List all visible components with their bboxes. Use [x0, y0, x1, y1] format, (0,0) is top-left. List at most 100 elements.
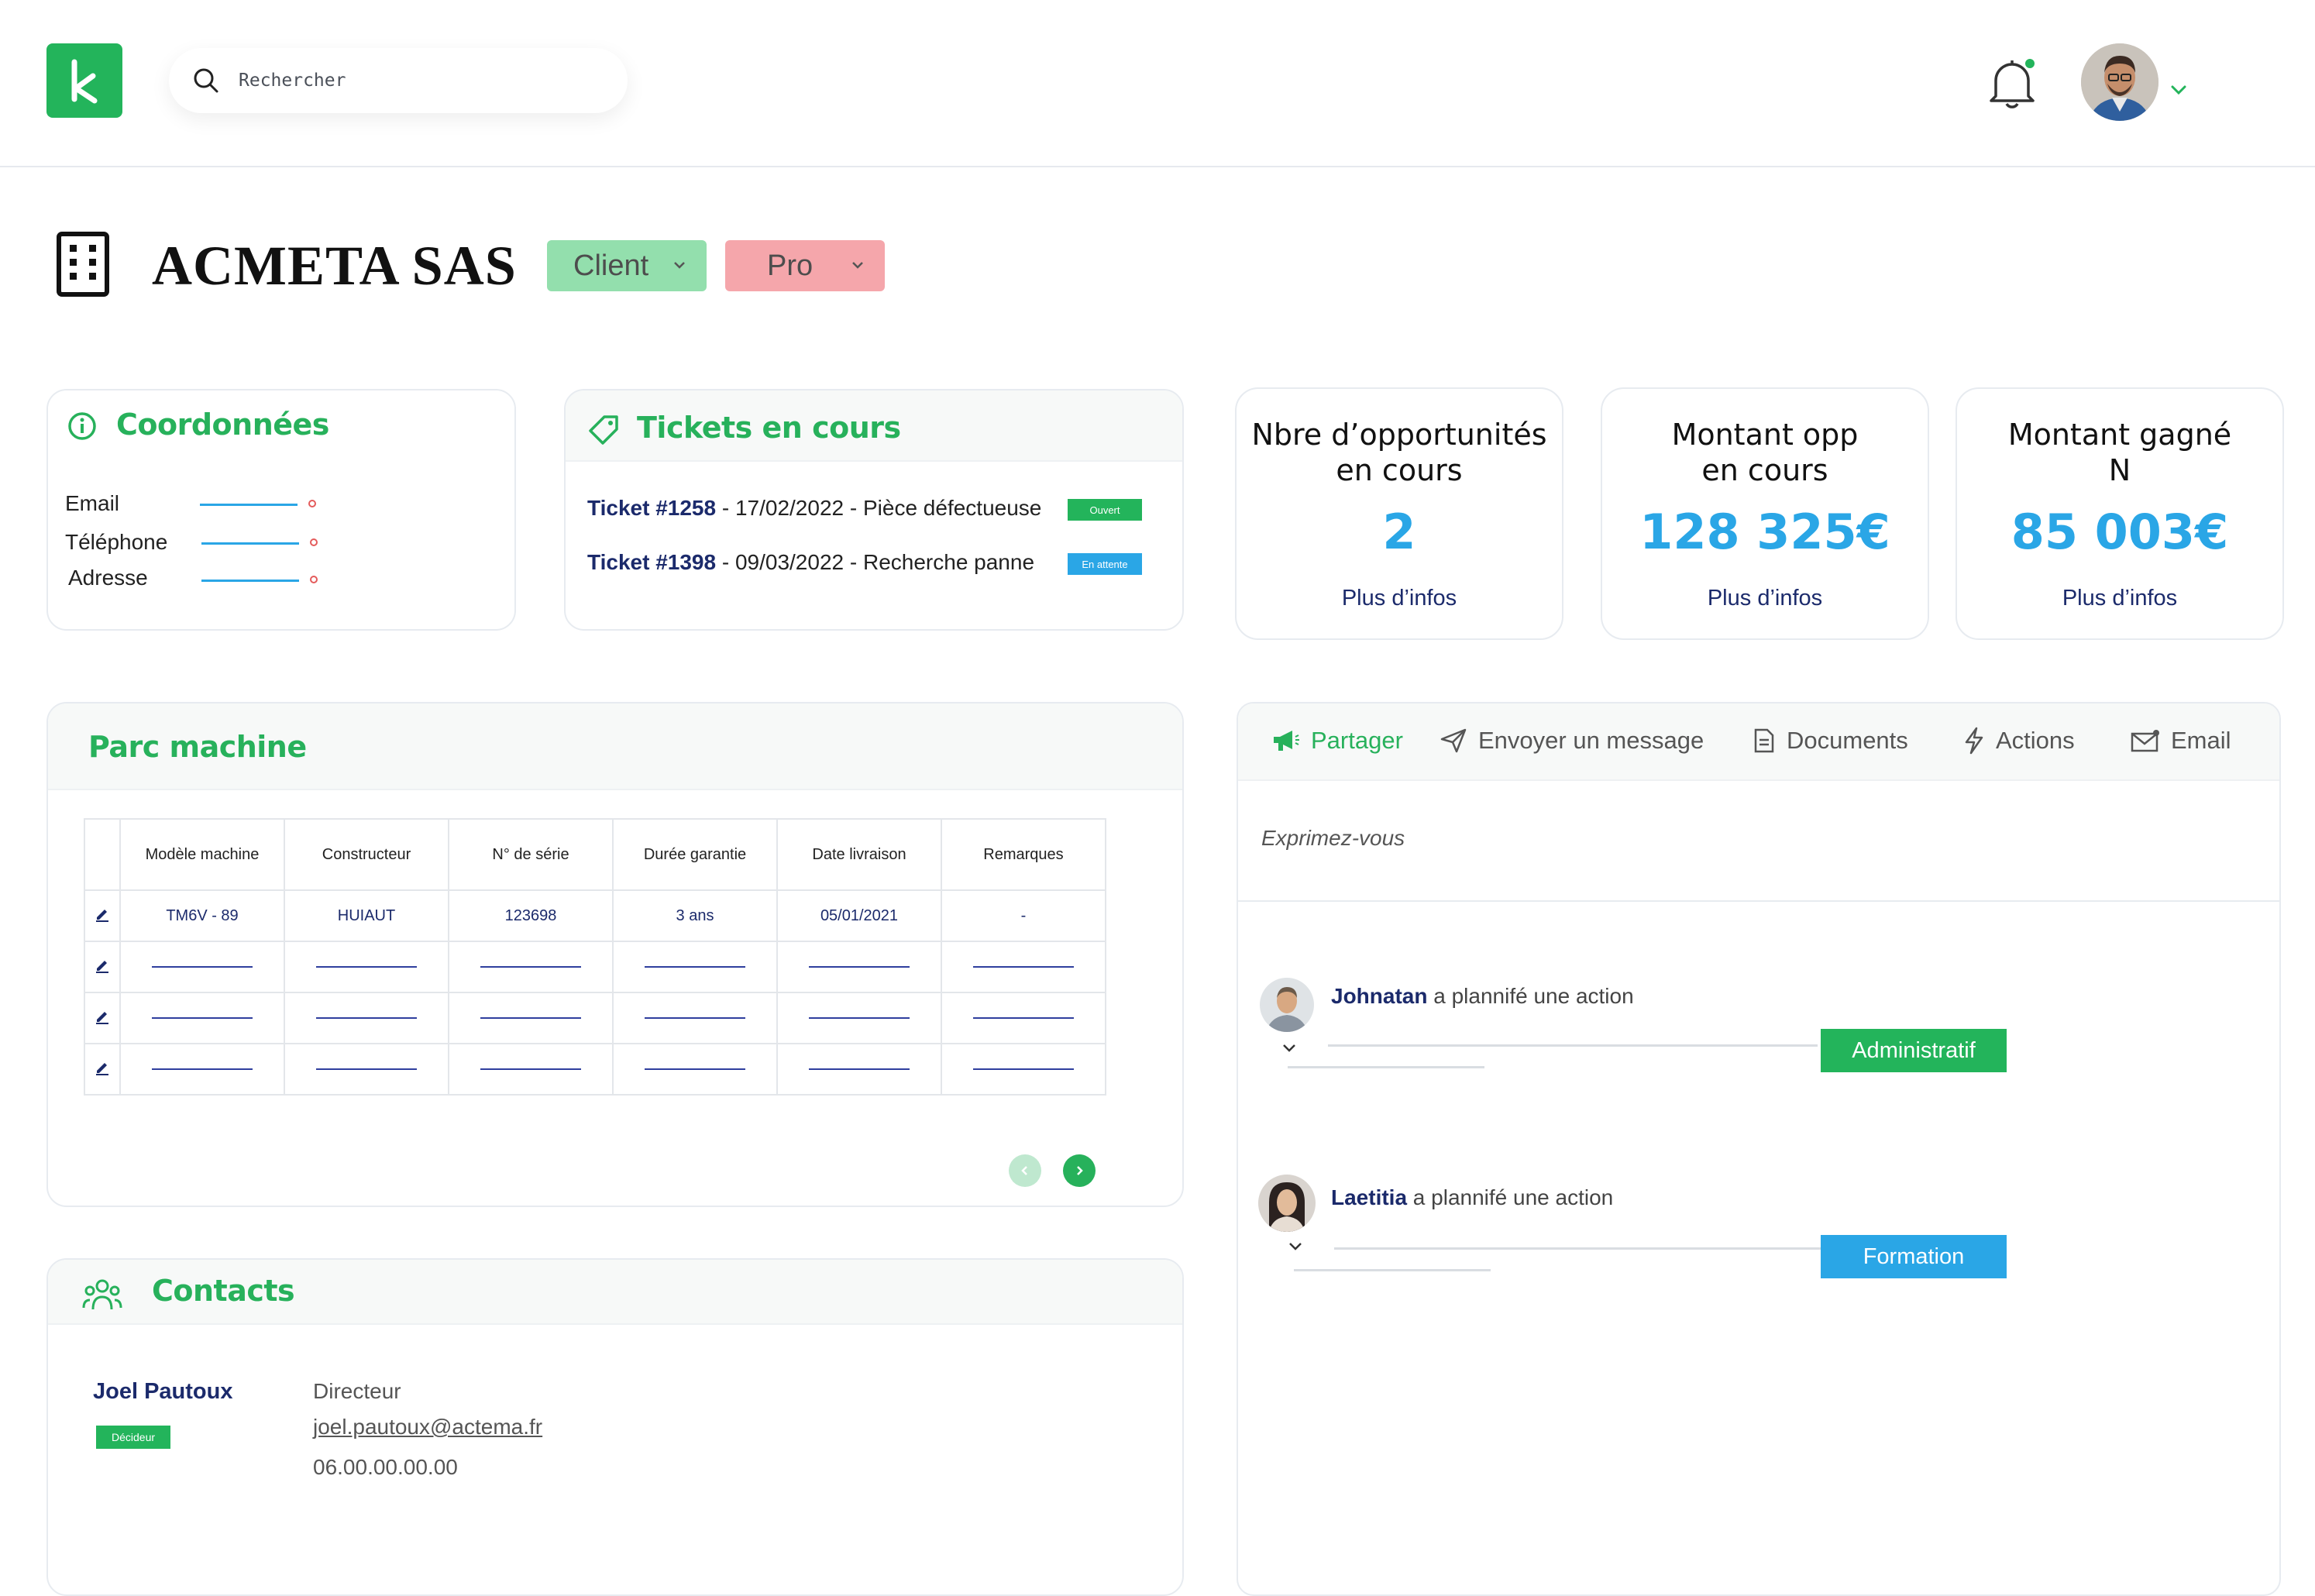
coordonnees-card: Coordonnées Email Téléphone Adresse	[46, 389, 516, 631]
telephone-value-line[interactable]	[201, 542, 299, 545]
users-group-icon	[82, 1279, 122, 1310]
edit-cell[interactable]	[84, 1043, 121, 1096]
notification-bell-icon[interactable]	[1985, 56, 2039, 112]
chevron-down-icon[interactable]	[1288, 1241, 1303, 1252]
tickets-title: Tickets en cours	[637, 411, 901, 445]
empty-cell[interactable]	[119, 992, 285, 1044]
remove-icon[interactable]	[310, 576, 318, 583]
stat-title-line: N	[2108, 453, 2131, 487]
empty-cell[interactable]	[612, 992, 778, 1044]
parc-title: Parc machine	[88, 730, 307, 764]
column-header: Constructeur	[284, 818, 449, 891]
empty-cell[interactable]	[941, 941, 1106, 993]
activity-user-link[interactable]: Johnatan	[1331, 984, 1427, 1008]
empty-cell[interactable]	[776, 941, 942, 993]
activity-user-link[interactable]: Laetitia	[1331, 1185, 1407, 1209]
company-name: ACMETA SAS	[152, 235, 517, 297]
avatar[interactable]	[1258, 1175, 1316, 1232]
tab-email[interactable]: Email	[2131, 727, 2231, 755]
activity-detail-line	[1288, 1066, 1484, 1068]
stat-title-line: en cours	[1701, 453, 1828, 487]
tab-actions[interactable]: Actions	[1963, 727, 2075, 755]
empty-cell[interactable]	[941, 992, 1106, 1044]
document-icon	[1754, 728, 1774, 753]
empty-cell[interactable]	[448, 1043, 614, 1096]
edit-pencil-icon[interactable]	[94, 1007, 111, 1024]
edit-pencil-icon[interactable]	[94, 956, 111, 973]
action-tag[interactable]: Formation	[1821, 1235, 2007, 1278]
more-info-link[interactable]: Plus d’infos	[1957, 586, 2282, 611]
post-input[interactable]	[1261, 821, 1959, 855]
adresse-value-line[interactable]	[201, 580, 299, 582]
email-value-line[interactable]	[200, 504, 298, 506]
remove-icon[interactable]	[308, 500, 316, 507]
more-info-link[interactable]: Plus d’infos	[1602, 586, 1928, 611]
chevron-right-icon	[1077, 1166, 1083, 1175]
edit-cell[interactable]	[84, 889, 121, 942]
tab-envoyer-message[interactable]: Envoyer un message	[1440, 727, 1704, 755]
search-input[interactable]	[239, 64, 595, 98]
stat-card-montant-opp: Montant opp en cours 128 325€ Plus d’inf…	[1601, 387, 1929, 640]
empty-cell[interactable]	[776, 992, 942, 1044]
empty-cell[interactable]	[284, 941, 449, 993]
edit-pencil-icon[interactable]	[94, 1058, 111, 1075]
previous-page-button[interactable]	[1009, 1154, 1041, 1187]
activity-detail-line	[1334, 1247, 1824, 1250]
activity-detail-line	[1328, 1044, 1818, 1047]
ticket-row[interactable]: Ticket #1398 - 09/03/2022 - Recherche pa…	[587, 550, 1034, 575]
ticket-icon	[589, 415, 618, 445]
avatar[interactable]	[1260, 978, 1314, 1032]
more-info-link[interactable]: Plus d’infos	[1237, 586, 1562, 611]
field-label-email: Email	[65, 491, 120, 515]
logo-k-icon	[71, 59, 98, 104]
edit-cell[interactable]	[84, 941, 121, 993]
edit-pencil-icon[interactable]	[94, 905, 111, 922]
empty-cell[interactable]	[448, 992, 614, 1044]
table-cell: -	[941, 889, 1106, 942]
app-logo[interactable]	[46, 43, 122, 118]
stat-title: Montant opp en cours	[1602, 417, 1928, 488]
activity-description: a plannifé une action	[1427, 984, 1634, 1008]
contact-email-link[interactable]: joel.pautoux@actema.fr	[313, 1415, 542, 1439]
ticket-label: Ticket	[587, 496, 650, 520]
tab-label: Email	[2171, 727, 2231, 754]
empty-cell[interactable]	[612, 1043, 778, 1096]
decideur-badge: Décideur	[96, 1426, 170, 1449]
ticket-number[interactable]: #1258	[655, 496, 716, 520]
empty-cell[interactable]	[448, 941, 614, 993]
table-row	[84, 941, 1106, 993]
machine-table: Modèle machine Constructeur N° de série …	[84, 818, 1106, 1096]
ticket-detail: - 09/03/2022 - Recherche panne	[716, 550, 1035, 574]
table-row	[84, 1043, 1106, 1096]
contact-name[interactable]: Joel Pautoux	[93, 1379, 233, 1405]
segment-select[interactable]: Pro	[725, 240, 885, 291]
ticket-label: Ticket	[587, 550, 650, 574]
ticket-row[interactable]: Ticket #1258 - 17/02/2022 - Pièce défect…	[587, 496, 1041, 521]
user-avatar[interactable]	[2081, 43, 2158, 121]
chevron-left-icon	[1021, 1166, 1027, 1175]
next-page-button[interactable]	[1063, 1154, 1096, 1187]
empty-cell[interactable]	[612, 941, 778, 993]
stat-title-line: Montant gagné	[2007, 418, 2232, 452]
action-tag[interactable]: Administratif	[1821, 1029, 2007, 1072]
search-bar[interactable]	[169, 48, 628, 113]
contacts-title: Contacts	[152, 1274, 295, 1308]
tab-documents[interactable]: Documents	[1753, 727, 1908, 755]
empty-cell[interactable]	[119, 1043, 285, 1096]
edit-cell[interactable]	[84, 992, 121, 1044]
remove-icon[interactable]	[310, 538, 318, 546]
chevron-down-icon[interactable]	[1281, 1043, 1297, 1054]
empty-cell[interactable]	[284, 1043, 449, 1096]
client-type-select[interactable]: Client	[547, 240, 707, 291]
empty-cell[interactable]	[941, 1043, 1106, 1096]
empty-cell[interactable]	[119, 941, 285, 993]
tab-partager[interactable]: Partager	[1272, 727, 1403, 755]
ticket-number[interactable]: #1398	[655, 550, 716, 574]
lightning-icon	[1965, 727, 1983, 755]
column-header: N° de série	[448, 818, 614, 891]
chevron-down-icon[interactable]	[2169, 84, 2188, 96]
tab-label: Actions	[1996, 727, 2075, 754]
empty-cell[interactable]	[776, 1043, 942, 1096]
feed-tabs: Partager Envoyer un message Documents Ac…	[1238, 703, 2279, 781]
empty-cell[interactable]	[284, 992, 449, 1044]
